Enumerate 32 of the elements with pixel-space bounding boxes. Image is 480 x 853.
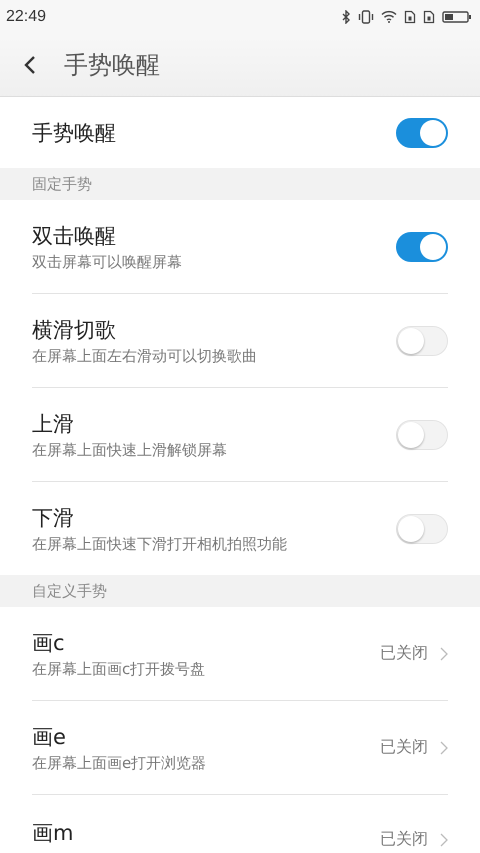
chevron-right-icon (440, 740, 448, 754)
sim-card-icon (423, 10, 435, 24)
sim-card-icon (404, 10, 416, 24)
status-time: 22:49 (6, 8, 46, 26)
setting-value: 已关闭 (380, 737, 428, 758)
setting-label: 手势唤醒 (32, 120, 116, 146)
chevron-right-icon (440, 832, 448, 846)
wifi-icon (381, 10, 397, 23)
toggle-switch[interactable] (396, 232, 448, 262)
setting-label: 画c (32, 630, 66, 656)
toggle-switch[interactable] (396, 118, 448, 148)
setting-label: 上滑 (32, 410, 75, 438)
setting-description: 在屏幕上面画e打开浏览器 (32, 754, 206, 772)
setting-description: 在屏幕上面快速上滑解锁屏幕 (32, 440, 227, 460)
setting-label: 横滑切歌 (32, 316, 117, 344)
setting-label: 画m (32, 820, 74, 847)
setting-value: 已关闭 (380, 829, 428, 850)
chevron-right-icon (440, 646, 448, 660)
setting-description: 在屏幕上面快速下滑打开相机拍照功能 (32, 534, 287, 554)
setting-value: 已关闭 (380, 643, 428, 664)
section-title: 固定手势 (32, 174, 92, 194)
setting-description: 在屏幕上面左右滑动可以切换歌曲 (32, 346, 257, 366)
setting-label: 画e (32, 724, 67, 750)
page-title: 手势唤醒 (64, 50, 160, 80)
battery-icon (442, 10, 472, 24)
bluetooth-icon (341, 10, 351, 24)
setting-description: 在屏幕上面画c打开拨号盘 (32, 660, 206, 678)
vibrate-icon (358, 10, 374, 24)
setting-label: 双击唤醒 (32, 222, 117, 250)
section-title: 自定义手势 (32, 582, 107, 600)
setting-label: 下滑 (32, 504, 75, 532)
setting-description: 双击屏幕可以唤醒屏幕 (32, 252, 182, 272)
